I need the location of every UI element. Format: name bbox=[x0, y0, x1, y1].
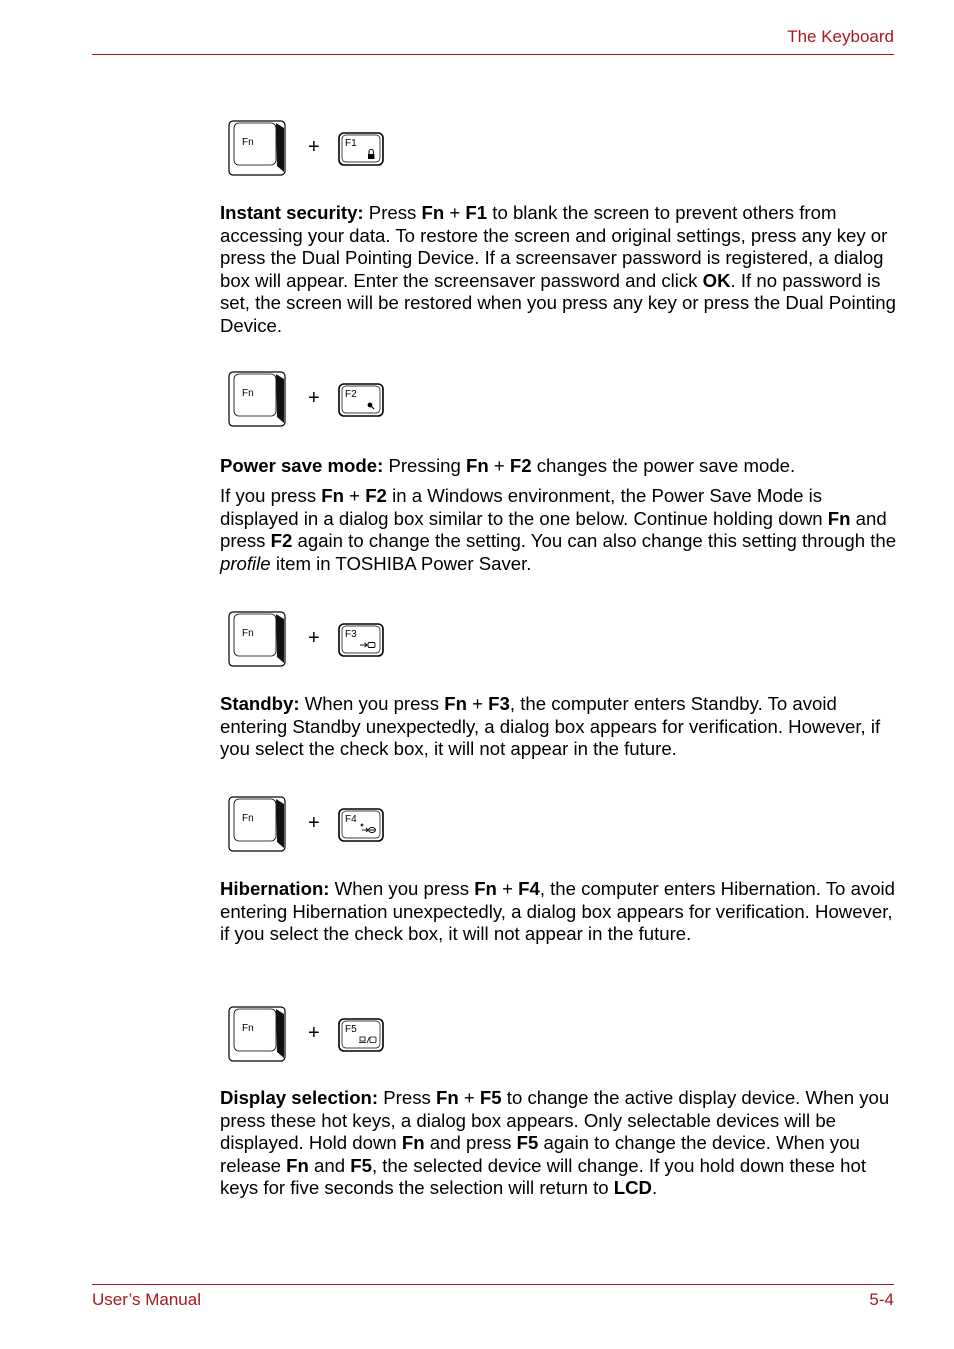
bold-text: OK bbox=[702, 269, 731, 291]
fn-key-icon: Fn bbox=[228, 371, 286, 427]
fn-key-label: Fn bbox=[242, 813, 254, 824]
text-run: + bbox=[496, 878, 519, 899]
text-run: When you press bbox=[299, 693, 445, 714]
f-key-label: F5 bbox=[345, 1024, 357, 1035]
text-run: changes the power save mode. bbox=[531, 455, 796, 476]
power-save-details-paragraph: If you press Fn + F2 in a Windows enviro… bbox=[220, 485, 900, 575]
footer-divider bbox=[92, 1284, 894, 1285]
fn-key-icon: Fn bbox=[228, 796, 286, 852]
text-run: and press bbox=[424, 1132, 517, 1154]
f3-key-icon: F3 bbox=[338, 623, 384, 657]
fn-key-label: Fn bbox=[242, 628, 254, 639]
bold-text: Standby: bbox=[220, 693, 300, 714]
text-run: + bbox=[444, 202, 466, 223]
hotkey-fn-f2: Fn + F2 bbox=[228, 371, 398, 431]
bold-text: Display selection: bbox=[220, 1087, 379, 1108]
fn-key-icon: Fn bbox=[228, 611, 286, 667]
bold-text: F5 bbox=[479, 1087, 502, 1108]
text-run: Press bbox=[363, 202, 422, 223]
bold-text: LCD bbox=[613, 1177, 652, 1199]
text-run: Press bbox=[378, 1087, 436, 1108]
hotkey-fn-f4: Fn + F4 bbox=[228, 796, 398, 856]
page-header-title: The Keyboard bbox=[787, 27, 894, 46]
bold-text: Fn bbox=[421, 202, 445, 223]
text-run: + bbox=[488, 455, 510, 476]
plus-sign: + bbox=[308, 812, 320, 834]
fn-key-label: Fn bbox=[242, 137, 254, 148]
bold-text: Hibernation: bbox=[220, 878, 330, 899]
text-run: + bbox=[344, 485, 366, 506]
text-run: and bbox=[308, 1154, 351, 1176]
page-number: 5-4 bbox=[869, 1290, 894, 1309]
fn-key-icon: Fn bbox=[228, 1006, 286, 1062]
plus-sign: + bbox=[308, 136, 320, 158]
bold-text: Fn bbox=[465, 455, 489, 476]
bold-text: F5 bbox=[516, 1132, 539, 1154]
hotkey-fn-f5: Fn + F5 bbox=[228, 1006, 398, 1066]
fn-key-icon: Fn bbox=[228, 120, 286, 176]
text-run: When you press bbox=[329, 878, 475, 899]
bold-text: Fn bbox=[435, 1087, 459, 1108]
header-divider bbox=[92, 54, 894, 55]
hotkey-fn-f1: Fn + F1 bbox=[228, 120, 398, 180]
hotkey-fn-f3: Fn + F3 bbox=[228, 611, 398, 671]
bold-text: Instant security: bbox=[220, 202, 364, 223]
text-run: Pressing bbox=[383, 455, 466, 476]
bold-text: F2 bbox=[365, 485, 387, 506]
f5-key-icon: F5 bbox=[338, 1018, 384, 1052]
fn-key-label: Fn bbox=[242, 1023, 254, 1034]
f-key-label: F1 bbox=[345, 138, 357, 149]
f1-key-icon: F1 bbox=[338, 132, 384, 166]
f-key-label: F3 bbox=[345, 629, 357, 640]
text-run: + bbox=[458, 1087, 480, 1108]
f-key-label: F2 bbox=[345, 389, 357, 400]
bold-text: Fn bbox=[286, 1154, 309, 1176]
italic-text: profile bbox=[220, 552, 271, 574]
instant-security-paragraph: Instant security: Press Fn + F1 to blank… bbox=[220, 202, 900, 338]
plus-sign: + bbox=[308, 1022, 320, 1044]
plus-sign: + bbox=[308, 387, 320, 409]
plus-sign: + bbox=[308, 627, 320, 649]
bold-text: Fn bbox=[474, 878, 497, 899]
text-run: . bbox=[651, 1177, 658, 1199]
bold-text: Fn bbox=[401, 1132, 425, 1154]
f-key-label: F4 bbox=[345, 814, 357, 825]
bold-text: F4 bbox=[518, 878, 540, 899]
text-run: again to change the setting. You can als… bbox=[292, 530, 897, 552]
display-selection-paragraph: Display selection: Press Fn + F5 to chan… bbox=[220, 1087, 900, 1200]
bold-text: F5 bbox=[350, 1154, 372, 1176]
bold-text: Power save mode: bbox=[220, 455, 384, 476]
bold-text: F2 bbox=[509, 455, 532, 476]
bold-text: F1 bbox=[465, 202, 488, 223]
standby-paragraph: Standby: When you press Fn + F3, the com… bbox=[220, 693, 900, 761]
bold-text: Fn bbox=[827, 507, 851, 529]
f2-key-icon: F2 bbox=[338, 383, 384, 417]
text-run: If you press bbox=[220, 485, 322, 506]
bold-text: F3 bbox=[488, 693, 510, 714]
bold-text: Fn bbox=[444, 693, 467, 714]
bold-text: F2 bbox=[270, 530, 293, 552]
hibernation-paragraph: Hibernation: When you press Fn + F4, the… bbox=[220, 878, 900, 946]
power-save-mode-paragraph: Power save mode: Pressing Fn + F2 change… bbox=[220, 455, 900, 478]
bold-text: Fn bbox=[321, 485, 344, 506]
text-run: item in TOSHIBA Power Saver. bbox=[270, 552, 532, 574]
f4-key-icon: F4 bbox=[338, 808, 384, 842]
text-run: + bbox=[466, 693, 489, 714]
fn-key-label: Fn bbox=[242, 388, 254, 399]
footer-manual-title: User’s Manual bbox=[92, 1290, 201, 1309]
